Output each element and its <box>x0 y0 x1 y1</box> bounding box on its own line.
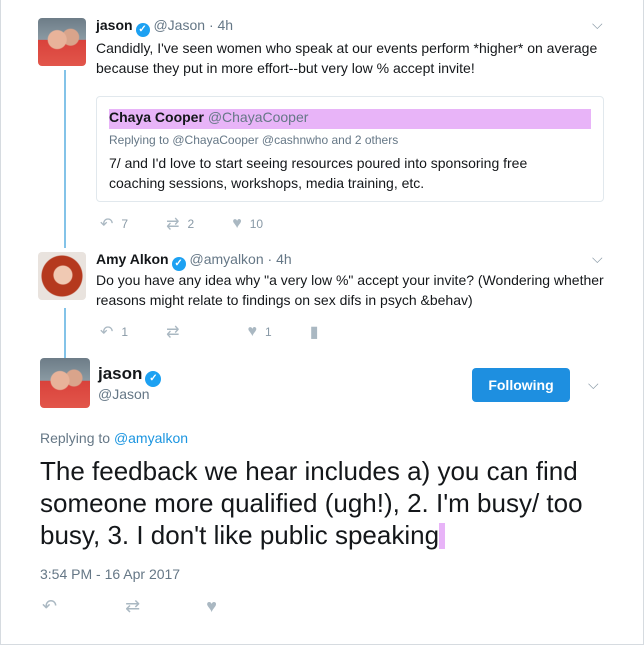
quoted-text: 7/ and I'd love to start seeing resource… <box>109 155 528 191</box>
like-button[interactable]: ♥ <box>206 596 225 617</box>
tweet-author[interactable]: Amy Alkon ✓ @amyalkon · 4h <box>96 251 292 271</box>
reply-icon: ↶ <box>100 216 114 233</box>
analytics-button[interactable]: ▮ <box>310 322 327 342</box>
retweet-icon: ⇄ <box>125 596 141 616</box>
heart-icon: ♥ <box>232 215 242 232</box>
following-button[interactable]: Following <box>472 368 570 402</box>
analytics-icon: ▮ <box>309 324 319 341</box>
main-tweet-text: The feedback we hear includes a) you can… <box>40 455 610 551</box>
quoted-author-name: Chaya Cooper <box>109 109 204 125</box>
verified-badge-icon: ✓ <box>135 23 150 37</box>
main-tweet-body: The feedback we hear includes a) you can… <box>40 456 583 550</box>
heart-icon: ♥ <box>247 323 258 340</box>
avatar[interactable] <box>38 18 86 66</box>
verified-badge-icon: ✓ <box>171 257 186 271</box>
quoted-author[interactable]: Chaya Cooper @ChayaCooper <box>109 109 308 125</box>
like-button[interactable]: ♥ 1 <box>248 323 272 341</box>
chevron-down-icon[interactable]: ⌵ <box>592 250 603 267</box>
retweet-button[interactable]: ⇄ <box>125 596 148 617</box>
reply-button[interactable]: ↶ 7 <box>100 214 128 234</box>
author-handle[interactable]: @amyalkon <box>190 251 264 267</box>
main-author-name[interactable]: jason ✓ <box>98 364 162 387</box>
retweet-icon: ⇄ <box>166 324 180 341</box>
thread-line <box>64 308 66 360</box>
quoted-replying-to: Replying to @ChayaCooper @cashnwho and 2… <box>109 133 399 147</box>
quoted-author-handle: @ChayaCooper <box>207 109 309 125</box>
like-button[interactable]: ♥ 10 <box>232 215 263 233</box>
tweet-timestamp[interactable]: 3:54 PM - 16 Apr 2017 <box>40 566 180 582</box>
author-name: jason <box>98 364 143 383</box>
reply-count: 1 <box>121 325 129 339</box>
retweet-count: 2 <box>187 217 195 231</box>
author-name[interactable]: jason <box>96 17 133 33</box>
replying-prefix: Replying to <box>40 430 111 446</box>
reply-button[interactable]: ↶ <box>42 596 65 617</box>
reply-count: 7 <box>121 217 129 231</box>
reply-icon: ↶ <box>100 324 114 341</box>
avatar[interactable] <box>40 358 90 408</box>
heart-icon: ♥ <box>206 596 217 616</box>
replying-handle[interactable]: @amyalkon <box>114 430 188 446</box>
tweet-actions: ↶ 7 ⇄ 2 ♥ 10 <box>100 214 301 234</box>
main-tweet-actions: ↶ ⇄ ♥ <box>42 596 263 617</box>
avatar[interactable] <box>38 252 86 300</box>
like-count: 1 <box>265 325 272 339</box>
tweet-time[interactable]: · 4h <box>268 251 292 267</box>
author-handle[interactable]: @Jason <box>98 386 150 402</box>
text-cursor <box>439 523 446 549</box>
tweet-author[interactable]: jason ✓ @Jason · 4h <box>96 17 233 37</box>
quoted-tweet[interactable]: Chaya Cooper @ChayaCooper Replying to @C… <box>96 96 604 202</box>
tweet-text: Candidly, I've seen women who speak at o… <box>96 40 598 76</box>
retweet-button[interactable]: ⇄ 2 <box>166 214 194 234</box>
like-count: 10 <box>249 217 264 231</box>
retweet-button[interactable]: ⇄ <box>166 322 187 342</box>
chevron-down-icon[interactable]: ⌵ <box>588 376 599 393</box>
chevron-down-icon[interactable]: ⌵ <box>592 16 603 33</box>
tweet-text: Do you have any idea why "a very low %" … <box>96 272 604 308</box>
replying-to: Replying to @amyalkon <box>40 430 188 446</box>
reply-button[interactable]: ↶ 1 <box>100 322 128 342</box>
author-name[interactable]: Amy Alkon <box>96 251 169 267</box>
reply-icon: ↶ <box>42 596 58 616</box>
thread-line <box>64 70 66 248</box>
verified-badge-icon: ✓ <box>145 371 162 387</box>
tweet-time[interactable]: · 4h <box>209 17 233 33</box>
author-handle[interactable]: @Jason <box>153 17 205 33</box>
tweet-actions: ↶ 1 ⇄ ♥ 1 ▮ <box>100 322 365 342</box>
retweet-icon: ⇄ <box>166 216 180 233</box>
